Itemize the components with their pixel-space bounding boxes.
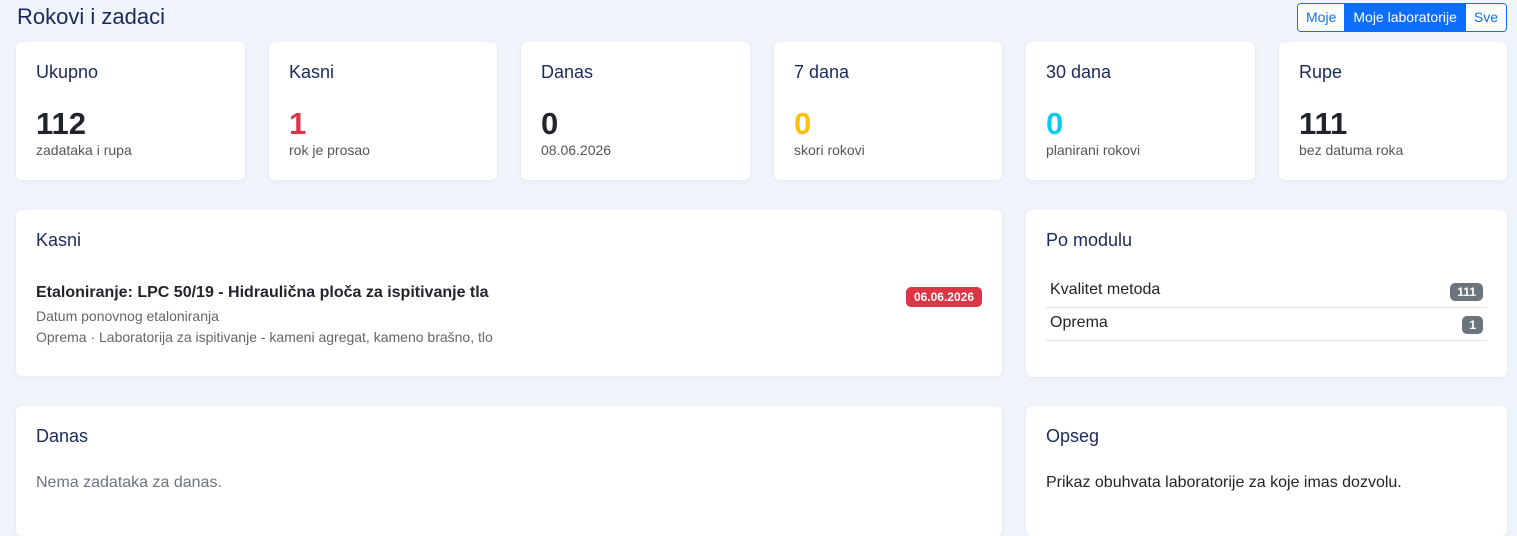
stat-value: 111 [1299, 106, 1348, 141]
scope-button-my-labs[interactable]: Moje laboratorije [1345, 4, 1466, 31]
card-title: Kasni [36, 230, 82, 250]
late-item-title[interactable]: Etaloniranje: LPC 50/19 - Hidraulična pl… [36, 284, 489, 302]
by-module-card: Po modulu Kvalitet metoda 111 Oprema 1 [1026, 210, 1507, 377]
card-title: Po modulu [1046, 230, 1133, 250]
scope-description: Prikaz obuhvata laboratorije za koje ima… [1046, 474, 1402, 491]
stat-subtitle: skori rokovi [794, 142, 865, 158]
stat-card-late: Kasni 1 rok je prosao [269, 42, 497, 180]
stat-subtitle: 08.06.2026 [541, 142, 612, 158]
today-card: Danas Nema zadataka za danas. [16, 406, 1002, 536]
stat-card-today: Danas 0 08.06.2026 [521, 42, 750, 180]
scope-card: Opseg Prikaz obuhvata laboratorije za ko… [1026, 406, 1507, 536]
late-item-description: Datum ponovnog etaloniranja [36, 308, 219, 324]
stat-title: Kasni [289, 62, 335, 82]
module-row[interactable]: Kvalitet metoda 111 [1046, 274, 1487, 308]
stat-title: 7 dana [794, 62, 850, 82]
stat-card-30-days: 30 dana 0 planirani rokovi [1026, 42, 1255, 180]
stat-title: Rupe [1299, 62, 1343, 82]
stat-value: 0 [794, 106, 812, 141]
module-count-badge: 1 [1462, 316, 1483, 334]
stat-value: 0 [541, 106, 559, 141]
late-item-meta: Oprema · Laboratorija za ispitivanje - k… [36, 329, 493, 345]
card-title: Danas [36, 426, 89, 446]
stat-subtitle: planirani rokovi [1046, 142, 1141, 158]
stat-subtitle: bez datuma roka [1299, 142, 1404, 158]
stat-value: 0 [1046, 106, 1064, 141]
card-title: Opseg [1046, 426, 1100, 446]
empty-state-text: Nema zadataka za danas. [36, 474, 222, 491]
stat-value: 1 [289, 106, 307, 141]
scope-button-mine[interactable]: Moje [1298, 4, 1346, 31]
scope-button-all[interactable]: Sve [1465, 4, 1506, 31]
page-title: Rokovi i zadaci [17, 4, 165, 29]
module-label: Kvalitet metoda [1050, 281, 1161, 298]
stat-subtitle: rok je prosao [289, 142, 370, 158]
stat-title: 30 dana [1046, 62, 1112, 82]
scope-toggle: Moje Moje laboratorije Sve [1297, 3, 1507, 32]
stat-title: Ukupno [36, 62, 99, 82]
module-label: Oprema [1050, 314, 1108, 331]
stat-value: 112 [36, 106, 87, 141]
stat-card-total: Ukupno 112 zadataka i rupa [16, 42, 245, 180]
module-count-badge: 111 [1450, 283, 1483, 301]
module-row[interactable]: Oprema 1 [1046, 307, 1487, 341]
stat-subtitle: zadataka i rupa [36, 142, 132, 158]
stat-card-7-days: 7 dana 0 skori rokovi [774, 42, 1002, 180]
late-card: Kasni Etaloniranje: LPC 50/19 - Hidrauli… [16, 210, 1002, 376]
stat-card-gaps: Rupe 111 bez datuma roka [1279, 42, 1507, 180]
due-date-badge: 06.06.2026 [905, 287, 982, 307]
stat-title: Danas [541, 62, 594, 82]
